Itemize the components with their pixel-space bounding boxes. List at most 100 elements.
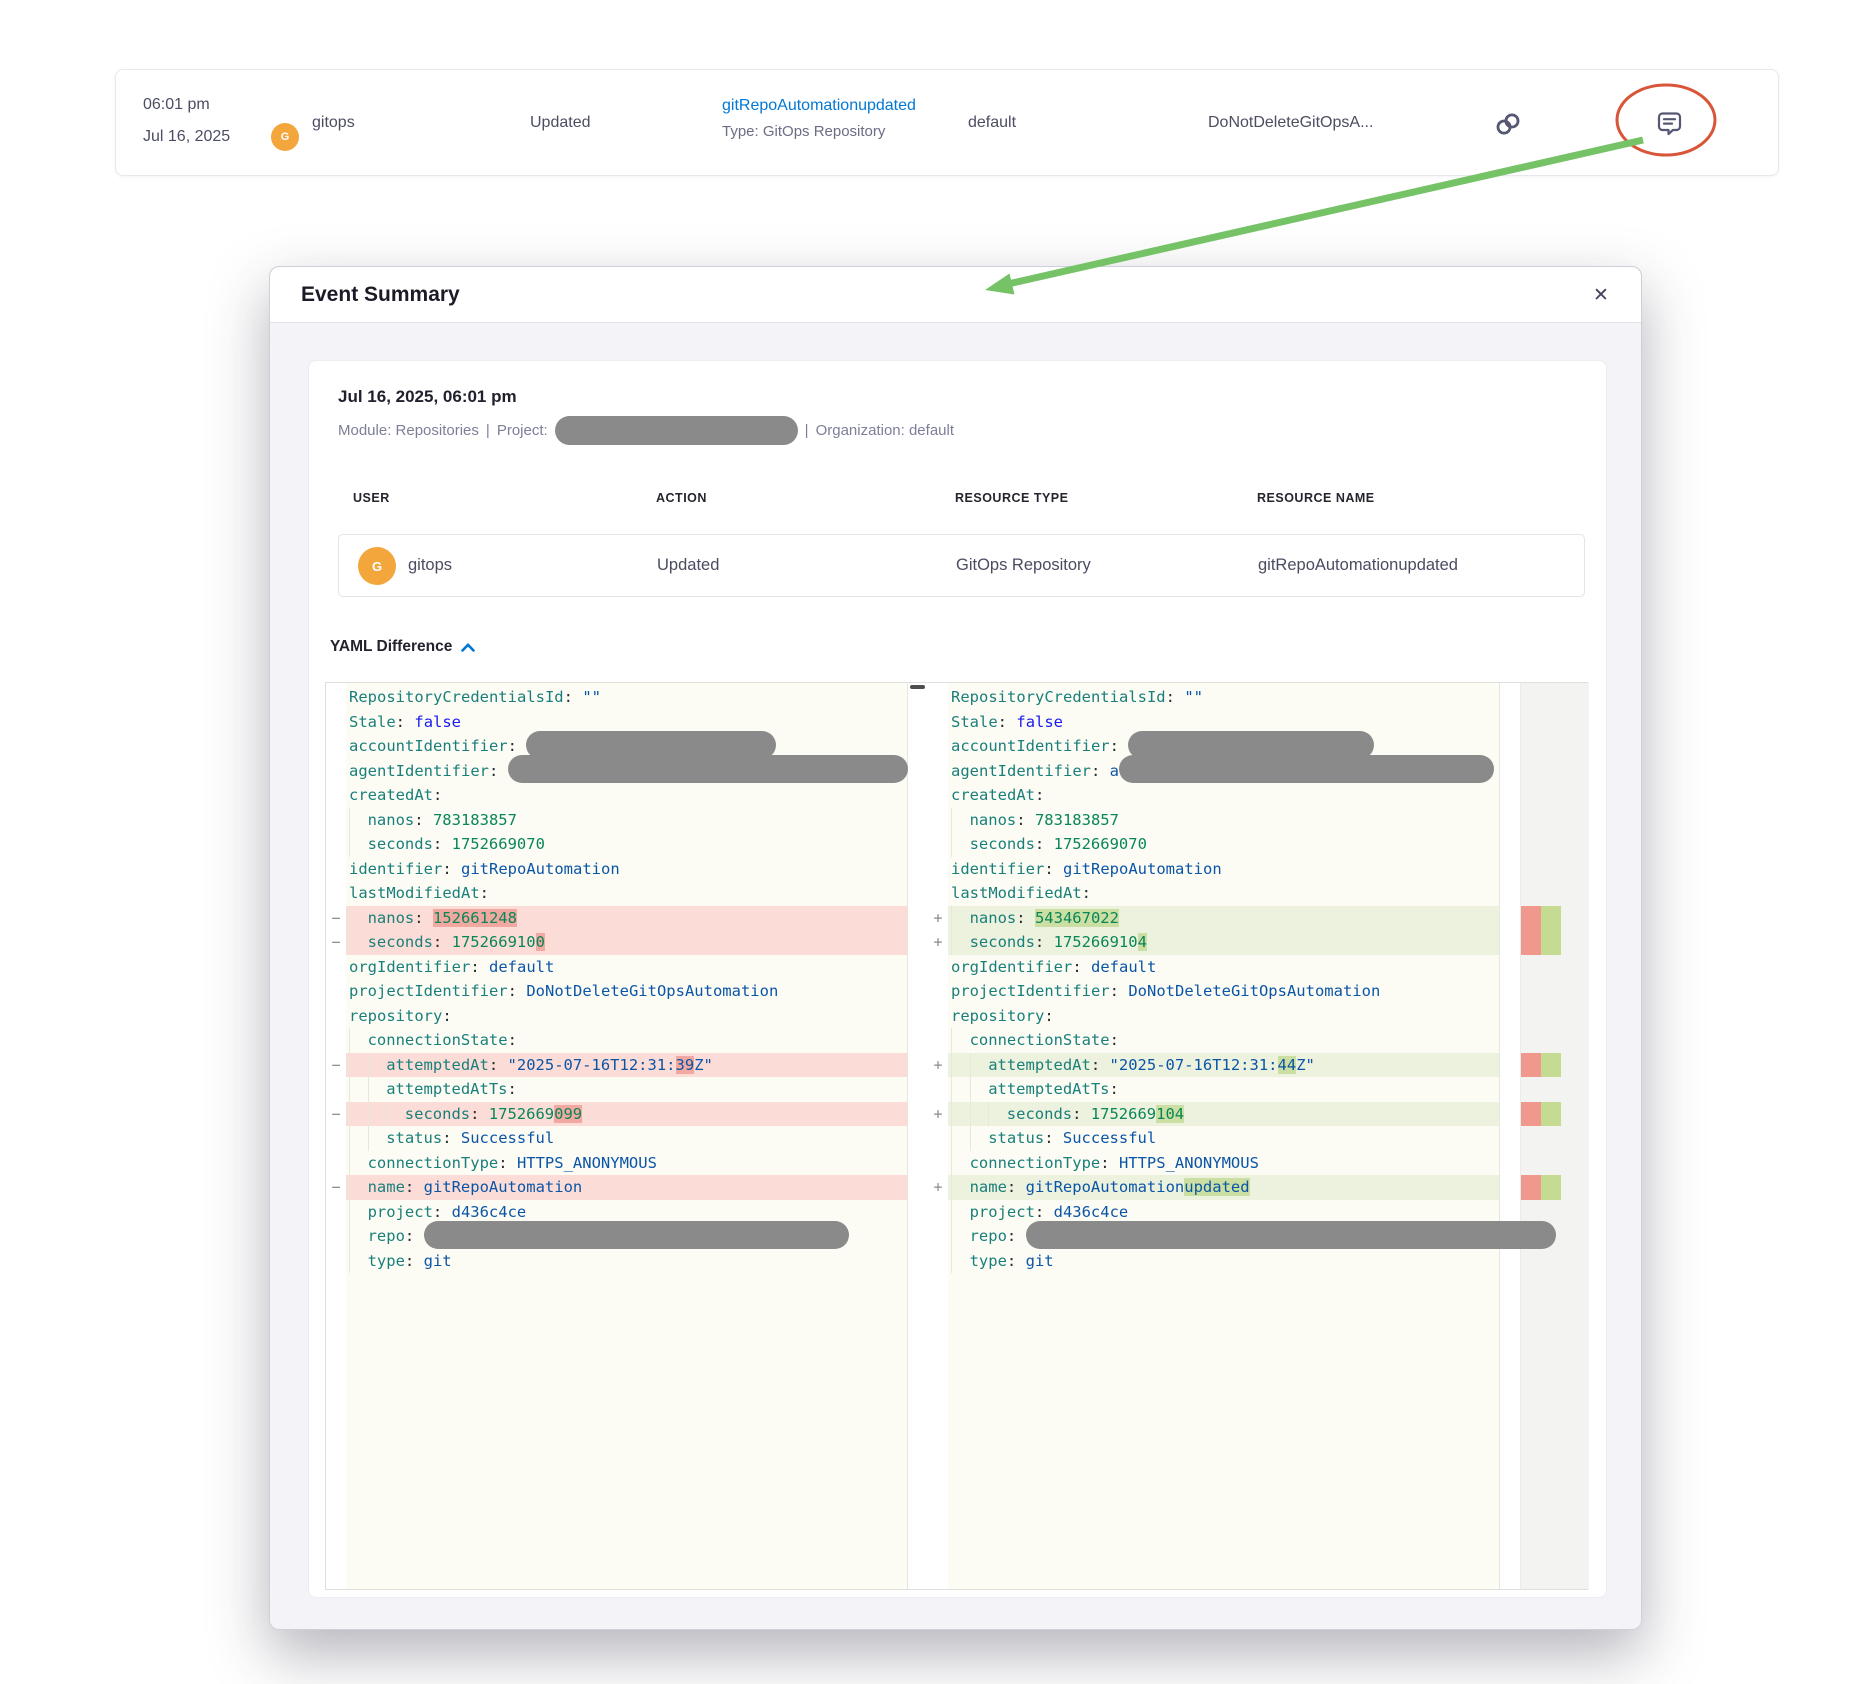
diff-line: repository: [948, 1004, 1499, 1029]
diff-line: RepositoryCredentialsId: "" [346, 685, 907, 710]
diff-gutter-marker [928, 783, 948, 808]
diff-gutter-marker [928, 857, 948, 882]
diff-gutter-marker [326, 734, 346, 759]
diff-gutter-marker [326, 979, 346, 1004]
diff-gutter-marker: + [928, 1102, 948, 1127]
link-icon[interactable] [1494, 110, 1522, 143]
diff-gutter-marker [928, 832, 948, 857]
event-date: Jul 16, 2025 [143, 126, 230, 148]
diff-line: attemptedAt: "2025-07-16T12:31:44Z" [948, 1053, 1499, 1078]
action-label: Updated [530, 114, 591, 132]
ruler-added-marker [1541, 1102, 1561, 1127]
diff-gutter-marker [326, 685, 346, 710]
yaml-difference-toggle[interactable]: YAML Difference [330, 638, 475, 656]
column-header-user: USER [353, 491, 390, 505]
diff-line: seconds: 1752669100 [346, 930, 907, 955]
diff-left-pane[interactable]: RepositoryCredentialsId: ""Stale: falsea… [346, 683, 908, 1589]
diff-line: projectIdentifier: DoNotDeleteGitOpsAuto… [948, 979, 1499, 1004]
diff-gutter-marker [928, 759, 948, 784]
diff-gutter-marker [928, 1200, 948, 1225]
row-resource-name: gitRepoAutomationupdated [1258, 556, 1458, 575]
diff-right-gutter: +++++ [928, 683, 948, 1589]
row-action: Updated [657, 556, 719, 575]
row-user: gitops [408, 556, 452, 575]
diff-gutter-marker [928, 1151, 948, 1176]
diff-line: status: Successful [346, 1126, 907, 1151]
diff-sash[interactable] [908, 683, 928, 1589]
modal-header: Event Summary ✕ [270, 267, 1641, 323]
diff-line: lastModifiedAt: [346, 881, 907, 906]
diff-gutter-marker [326, 1077, 346, 1102]
diff-gutter-marker [326, 1126, 346, 1151]
diff-scrollbar-track[interactable] [1500, 683, 1520, 1589]
diff-gutter-marker [326, 1200, 346, 1225]
event-meta-line: Module: Repositories | Project: | Organi… [338, 413, 954, 447]
diff-gutter-marker [326, 759, 346, 784]
diff-gutter-marker [928, 955, 948, 980]
avatar: G [271, 123, 299, 151]
diff-gutter-marker [326, 1151, 346, 1176]
diff-gutter-marker [928, 979, 948, 1004]
diff-line: nanos: 783183857 [948, 808, 1499, 833]
organization-label: default [968, 114, 1016, 132]
redacted-project-blob [555, 416, 798, 445]
resource-type-label: Type: GitOps Repository [722, 123, 916, 140]
diff-line: name: gitRepoAutomationupdated [948, 1175, 1499, 1200]
diff-gutter-marker [928, 1004, 948, 1029]
page: 06:01 pm Jul 16, 2025 G gitops Updated g… [0, 0, 1874, 1684]
diff-gutter-marker [326, 1028, 346, 1053]
diff-line: nanos: 783183857 [346, 808, 907, 833]
resource-name-link[interactable]: gitRepoAutomationupdated [722, 97, 916, 115]
diff-line: connectionType: HTTPS_ANONYMOUS [346, 1151, 907, 1176]
diff-gutter-marker [928, 1249, 948, 1274]
ruler-removed-marker [1521, 906, 1541, 955]
diff-line: nanos: 152661248 [346, 906, 907, 931]
diff-line: seconds: 1752669070 [948, 832, 1499, 857]
redacted-value-blob [424, 1221, 849, 1249]
diff-line: attemptedAt: "2025-07-16T12:31:39Z" [346, 1053, 907, 1078]
diff-gutter-marker: − [326, 1175, 346, 1200]
diff-gutter-marker: + [928, 906, 948, 931]
ruler-removed-marker [1521, 1053, 1541, 1078]
diff-line: repository: [346, 1004, 907, 1029]
diff-gutter-marker: − [326, 1053, 346, 1078]
diff-line: RepositoryCredentialsId: "" [948, 685, 1499, 710]
diff-line: name: gitRepoAutomation [346, 1175, 907, 1200]
diff-line: agentIdentifier: a [948, 759, 1499, 784]
diff-gutter-marker: − [326, 930, 346, 955]
redacted-value-blob [1026, 1221, 1556, 1249]
diff-gutter-marker [928, 1077, 948, 1102]
diff-gutter-marker [326, 1224, 346, 1249]
diff-gutter-marker: + [928, 1175, 948, 1200]
note-icon[interactable] [1656, 111, 1683, 142]
diff-gutter-marker [928, 685, 948, 710]
row-resource-type: GitOps Repository [956, 556, 1091, 575]
diff-right-pane[interactable]: RepositoryCredentialsId: ""Stale: falsea… [948, 683, 1500, 1589]
diff-gutter-marker [928, 710, 948, 735]
diff-line: status: Successful [948, 1126, 1499, 1151]
diff-overview-ruler[interactable] [1520, 683, 1589, 1589]
ruler-added-marker [1541, 1053, 1561, 1078]
diff-gutter-marker: + [928, 930, 948, 955]
close-icon[interactable]: ✕ [1587, 281, 1615, 309]
diff-line: nanos: 543467022 [948, 906, 1499, 931]
audit-log-row[interactable]: 06:01 pm Jul 16, 2025 G gitops Updated g… [115, 69, 1779, 176]
ruler-added-marker [1541, 1175, 1561, 1200]
diff-left-gutter: −−−−− [326, 683, 346, 1589]
avatar: G [358, 547, 396, 585]
column-header-resource-type: RESOURCE TYPE [955, 491, 1068, 505]
diff-line: createdAt: [948, 783, 1499, 808]
ruler-added-marker [1541, 906, 1561, 955]
diff-gutter-marker [326, 881, 346, 906]
yaml-diff-editor[interactable]: −−−−− RepositoryCredentialsId: ""Stale: … [325, 682, 1588, 1590]
diff-gutter-marker [928, 734, 948, 759]
diff-line: createdAt: [346, 783, 907, 808]
user-name: gitops [312, 114, 355, 132]
diff-gutter-marker [326, 783, 346, 808]
diff-line: connectionState: [346, 1028, 907, 1053]
modal-title: Event Summary [301, 283, 460, 307]
redacted-value-blob [1119, 755, 1494, 783]
diff-line: identifier: gitRepoAutomation [948, 857, 1499, 882]
diff-line: orgIdentifier: default [948, 955, 1499, 980]
diff-line: identifier: gitRepoAutomation [346, 857, 907, 882]
